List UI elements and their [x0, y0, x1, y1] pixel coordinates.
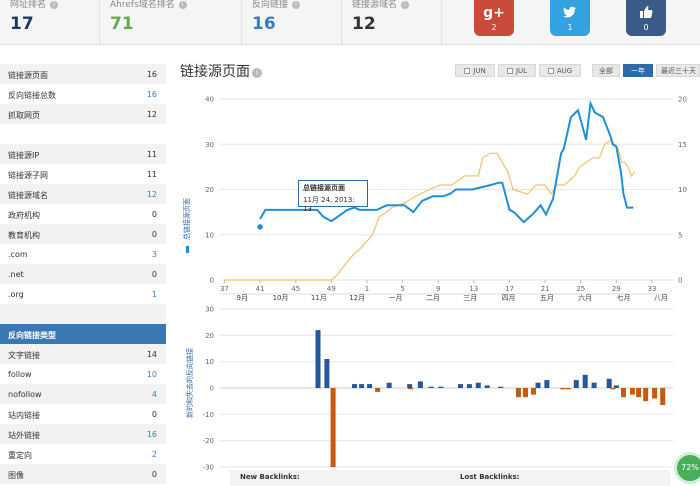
week-tick-label: 41: [256, 285, 265, 293]
week-tick-label: 29: [612, 285, 621, 293]
right-tick-label: 20: [678, 96, 687, 104]
new-backlinks-bar: [484, 385, 490, 388]
lost-backlinks-bar: [330, 388, 336, 467]
bar-tick-label: -10: [203, 411, 214, 419]
week-tick-label: 9: [436, 285, 440, 293]
new-backlinks-label[interactable]: New Backlinks:: [240, 473, 300, 481]
new-backlinks-bar: [324, 359, 330, 388]
bar-tick-label: 10: [205, 358, 214, 366]
left-tick-label: 10: [205, 231, 214, 239]
top-chart-grid: [220, 98, 673, 281]
week-tick-label: 1: [365, 285, 369, 293]
top-chart-left-ticks: 0 10 20 30 40: [205, 96, 214, 285]
lost-backlinks-bar: [408, 388, 414, 390]
week-tick-label: 21: [541, 285, 550, 293]
new-backlinks-bar: [466, 384, 472, 388]
week-tick-label: 17: [505, 285, 514, 293]
week-tick-label: 45: [291, 285, 300, 293]
month-tick-label: 四月: [502, 294, 516, 302]
bar-tick-label: 30: [205, 306, 214, 314]
right-tick-label: 10: [678, 186, 687, 194]
right-tick-label: 5: [678, 231, 682, 239]
month-tick-label: 八月: [654, 294, 668, 302]
lost-backlinks-bar: [515, 388, 521, 398]
new-backlinks-bar: [407, 384, 413, 388]
charts-area: 010203040 05101520 37 41 45 49 1 5 9 13 17 21 25 29…: [182, 96, 687, 472]
bar-tick-label: -30: [203, 464, 214, 472]
lost-backlinks-bar: [523, 388, 528, 398]
new-backlinks-bar: [573, 380, 579, 388]
legend-left-swatch: [186, 246, 189, 253]
lost-backlinks-bar: [560, 388, 566, 390]
month-tick-label: 一月: [388, 294, 402, 302]
lost-backlinks-bar: [565, 388, 571, 390]
bar-tick-label: 20: [205, 332, 214, 340]
new-backlinks-bar: [458, 384, 463, 388]
new-backlinks-bar: [315, 330, 321, 388]
new-backlinks-bar: [591, 382, 597, 388]
new-backlinks-bar: [582, 374, 588, 388]
new-backlinks-bar: [359, 384, 365, 388]
new-backlinks-bar: [475, 382, 481, 388]
lost-backlinks-bar: [629, 388, 635, 395]
month-tick-label: 10月: [273, 294, 289, 302]
month-tick-label: 9月: [237, 294, 248, 302]
new-backlinks-bar: [535, 382, 541, 388]
left-tick-label: 40: [205, 96, 214, 104]
top-chart-week-ticks: 37 41 45 49 1 5 9 13 17 21 25 29 33: [220, 280, 656, 293]
new-backlinks-bar: [386, 382, 392, 388]
new-backlinks-bar: [428, 386, 434, 388]
week-tick-label: 37: [220, 285, 229, 293]
tooltip-value: 11月 24, 2013: 13: [303, 196, 355, 213]
bottom-chart-ticks: 30 20 10 0 -10 -20 -30: [203, 306, 214, 472]
left-tick-label: 20: [205, 186, 214, 194]
lost-backlinks-bar: [660, 388, 666, 406]
progress-badge[interactable]: 72%: [674, 452, 700, 484]
week-tick-label: 13: [469, 285, 478, 293]
right-tick-label: 15: [678, 141, 687, 149]
month-tick-label: 五月: [540, 294, 554, 302]
lost-backlinks-bar: [636, 388, 642, 398]
new-backlinks-bar: [417, 381, 423, 388]
hover-point: [255, 222, 265, 232]
right-tick-label: 0: [678, 277, 682, 285]
month-tick-label: 12月: [349, 294, 365, 302]
lost-backlinks-label[interactable]: Lost Backlinks:: [460, 473, 520, 481]
bottom-chart-grid: [220, 308, 673, 468]
legend-left-label: 总链接源页面: [182, 198, 191, 240]
month-tick-label: 三月: [463, 294, 477, 302]
week-tick-label: 33: [648, 285, 657, 293]
tooltip-title: 总链接源页面: [303, 184, 345, 192]
new-backlinks-bar: [498, 386, 504, 388]
week-tick-label: 49: [327, 285, 336, 293]
new-backlinks-bar: [606, 378, 612, 388]
new-backlinks-bar: [613, 385, 619, 388]
week-tick-label: 25: [576, 285, 585, 293]
month-tick-label: 二月: [426, 294, 440, 302]
lost-backlinks-bar: [375, 388, 381, 392]
left-tick-label: 30: [205, 141, 214, 149]
bar-tick-label: -20: [203, 437, 214, 445]
bar-tick-label: 0: [210, 385, 214, 393]
left-tick-label: 0: [210, 277, 214, 285]
lost-backlinks-bar: [621, 388, 626, 398]
new-backlinks-bar: [352, 384, 357, 388]
new-backlinks-bar: [367, 384, 373, 388]
legend-bottom-label: 新的和失去的反向链接: [185, 348, 194, 418]
lost-backlinks-bar: [652, 388, 658, 399]
new-backlinks-bar: [438, 386, 444, 388]
bottom-chart-bars: [315, 330, 666, 467]
backlinks-summary: New Backlinks: Lost Backlinks:: [230, 470, 670, 486]
lost-backlinks-bar: [610, 388, 616, 390]
lost-backlinks-bar: [531, 388, 536, 395]
lost-backlinks-bar: [643, 388, 649, 402]
new-backlinks-bar: [544, 380, 550, 388]
week-tick-label: 5: [400, 285, 404, 293]
top-chart-right-ticks: 0 5 10 15 20: [678, 96, 687, 285]
chart-tooltip: 总链接源页面 11月 24, 2013: 13: [298, 180, 368, 213]
month-tick-label: 11月: [311, 294, 327, 302]
